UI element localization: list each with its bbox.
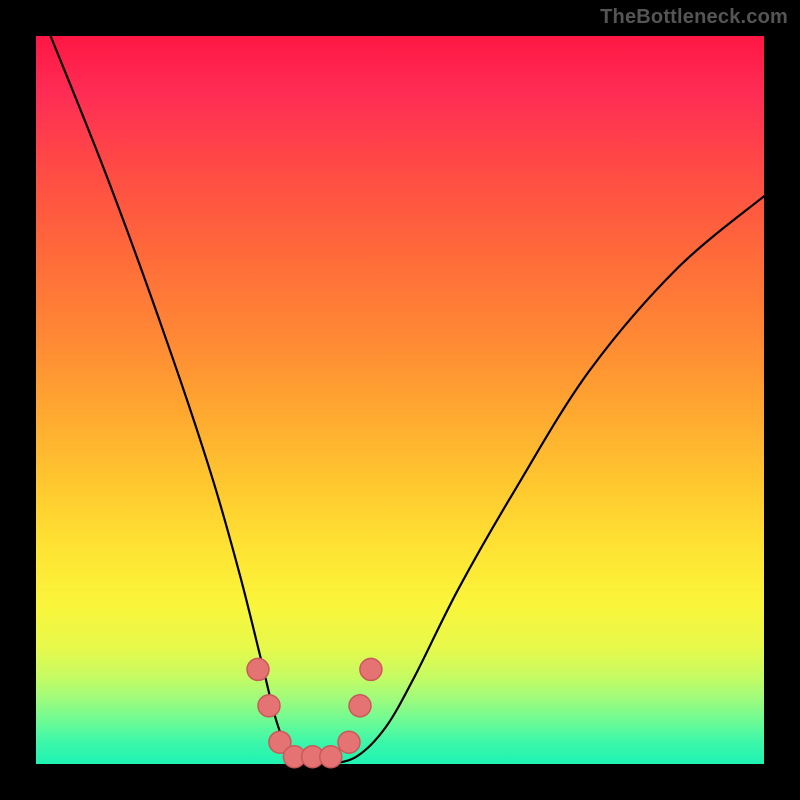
bottleneck-curve [51, 36, 764, 765]
chart-plot-area [36, 36, 764, 764]
chart-svg [36, 36, 764, 764]
marker-dot [258, 695, 280, 717]
marker-dot [338, 731, 360, 753]
marker-dot [349, 695, 371, 717]
marker-dot [247, 658, 269, 680]
marker-dot [320, 746, 342, 768]
watermark-text: TheBottleneck.com [600, 6, 788, 29]
marker-cluster [247, 658, 382, 767]
chart-frame: TheBottleneck.com [0, 0, 800, 800]
marker-dot [360, 658, 382, 680]
